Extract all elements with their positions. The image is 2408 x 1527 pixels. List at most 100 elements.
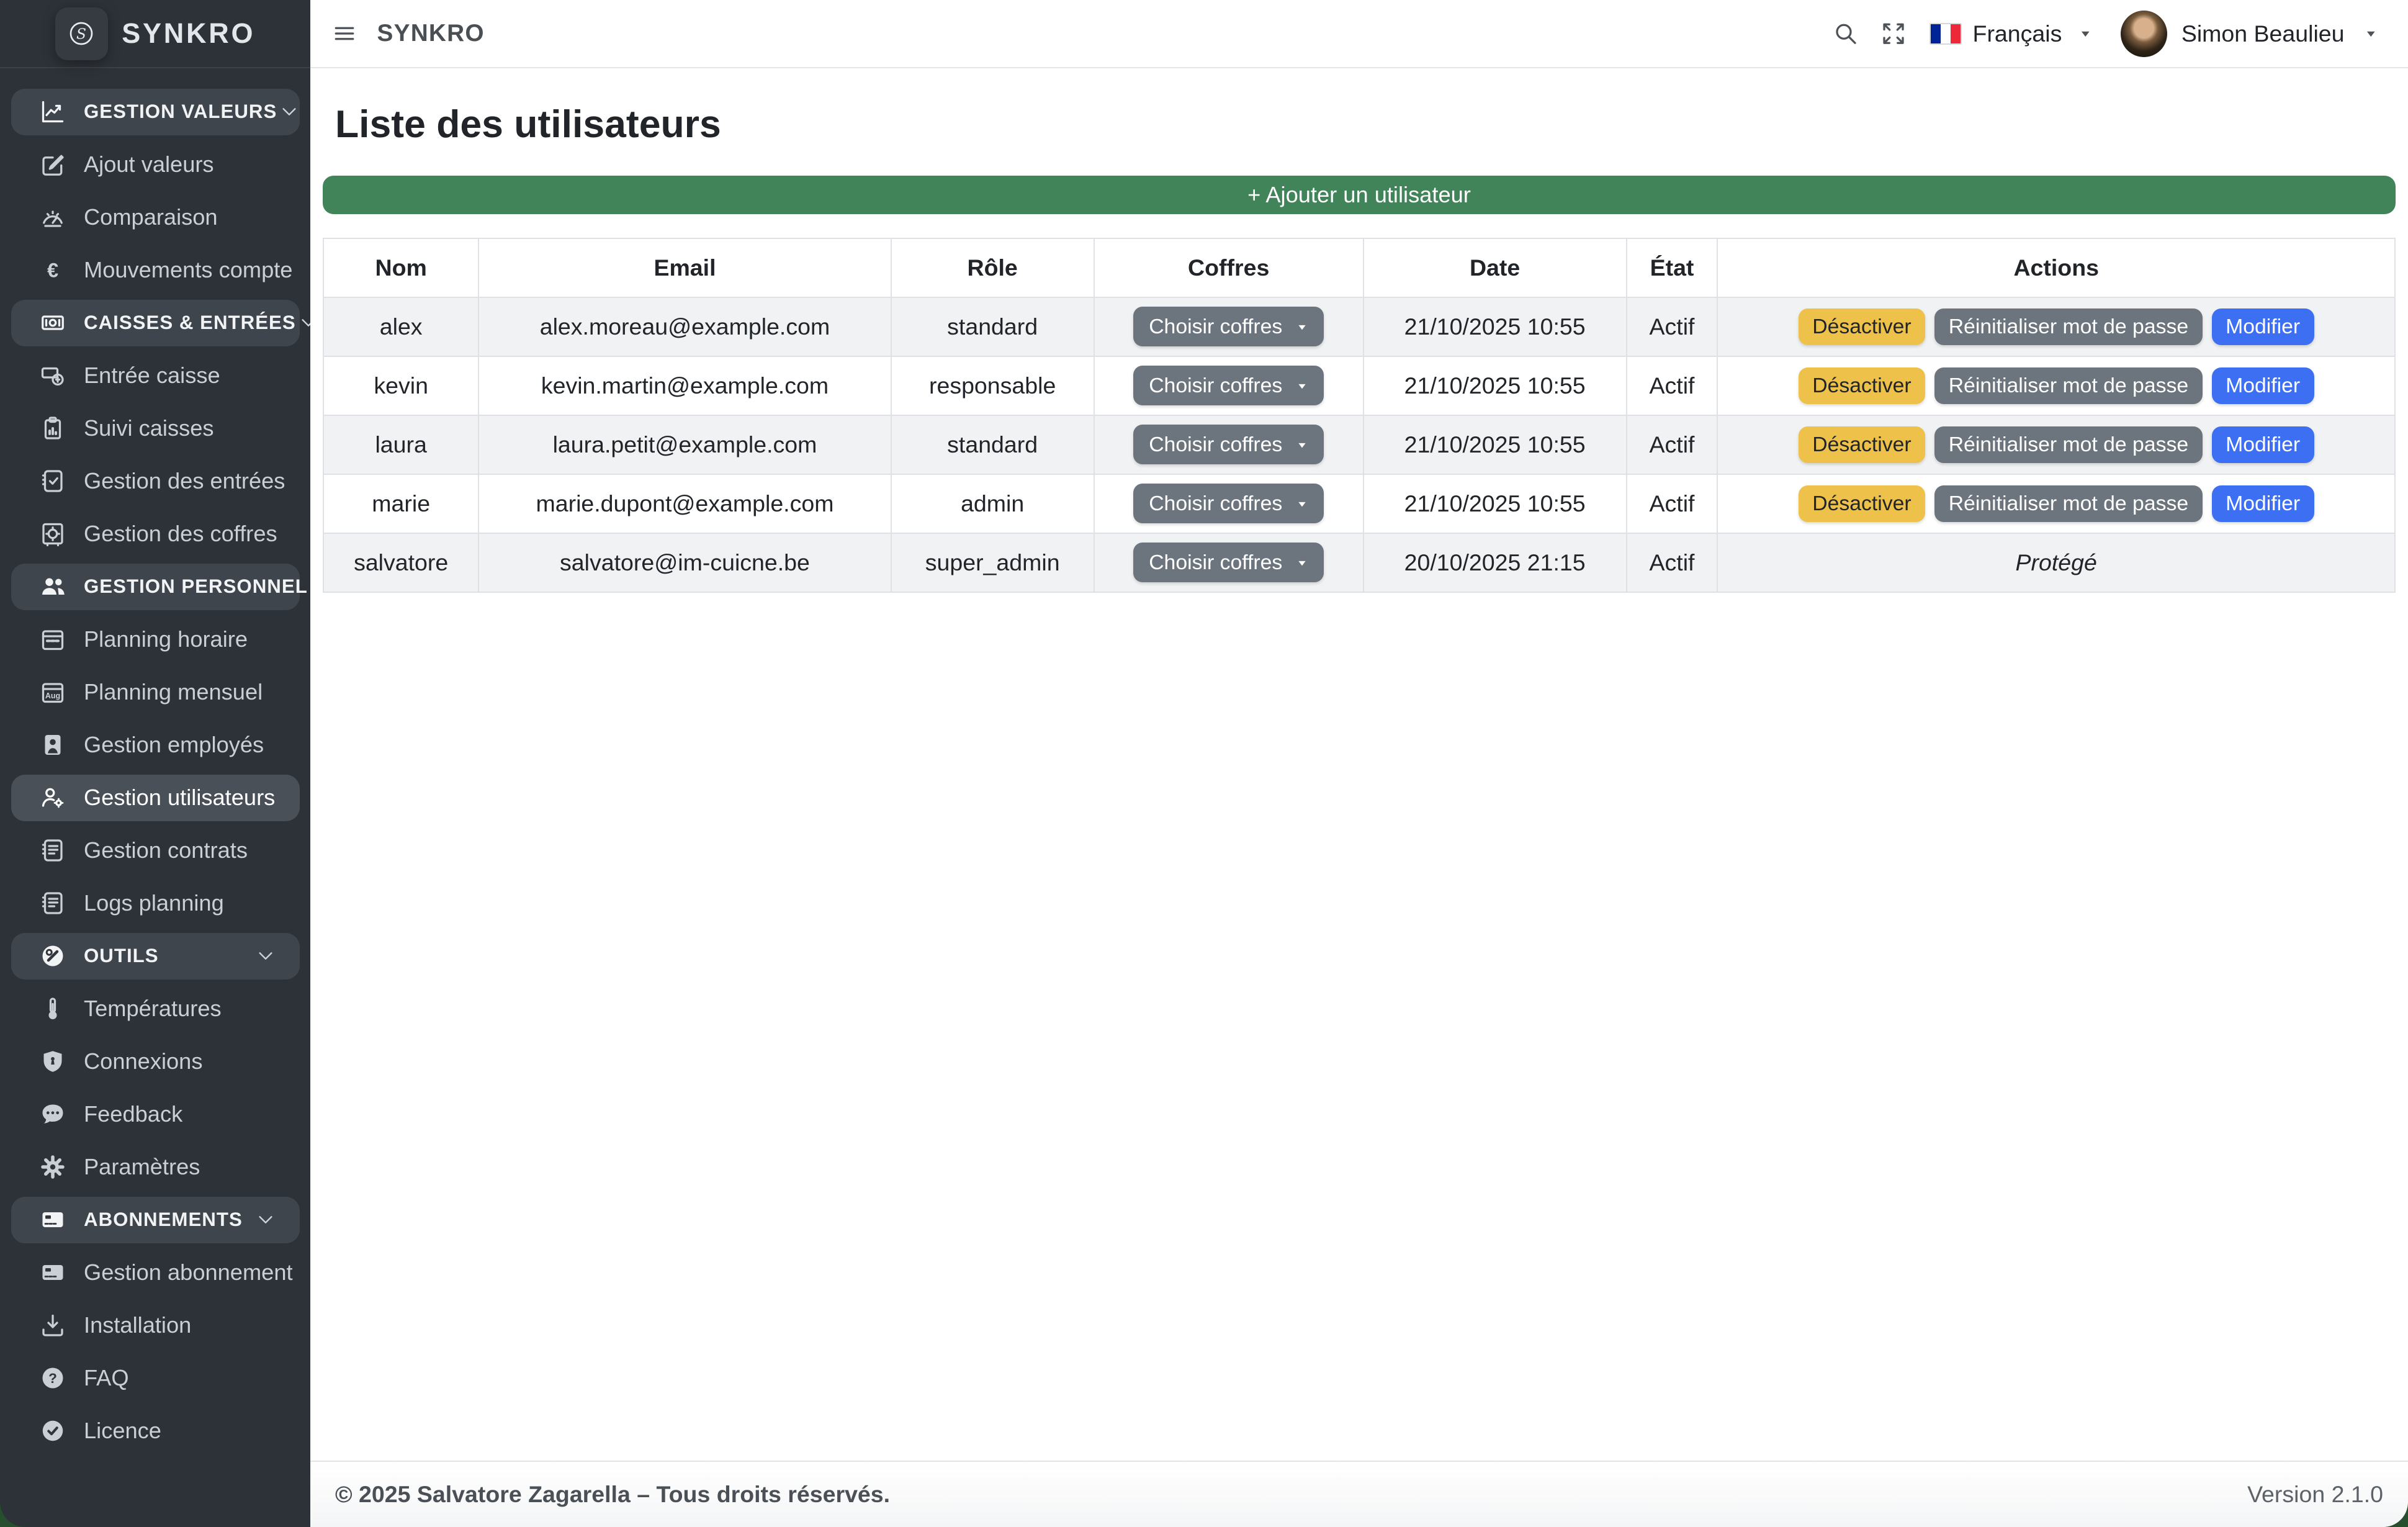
sidebar-item-label: Comparaison (84, 204, 218, 230)
choose-coffres-button[interactable]: Choisir coffres (1133, 307, 1324, 346)
sidebar-item-label: Mouvements compte (84, 257, 292, 283)
choose-coffres-button[interactable]: Choisir coffres (1133, 425, 1324, 464)
choose-coffres-button[interactable]: Choisir coffres (1133, 484, 1324, 523)
sidebar-item-feedback[interactable]: Feedback (0, 1091, 310, 1138)
search-icon[interactable] (1833, 21, 1858, 46)
fullscreen-icon[interactable] (1881, 21, 1906, 46)
sidebar-item-label: Connexions (84, 1048, 202, 1074)
cell-role: admin (891, 474, 1094, 533)
credit-card-icon (40, 1260, 65, 1285)
journal-text-icon (40, 891, 65, 916)
sidebar-item-label: GESTION VALEURS (84, 101, 277, 123)
deactivate-button[interactable]: Désactiver (1799, 485, 1925, 522)
sidebar-item-entree-caisse[interactable]: Entrée caisse (0, 353, 310, 399)
cell-coffres: Choisir coffres (1094, 415, 1363, 474)
edit-button[interactable]: Modifier (2212, 426, 2314, 463)
sidebar-item-outils[interactable]: OUTILS (11, 933, 300, 980)
sidebar-item-licence[interactable]: Licence (0, 1408, 310, 1454)
edit-button[interactable]: Modifier (2212, 485, 2314, 522)
sidebar-item-logs-planning[interactable]: Logs planning (0, 880, 310, 927)
edit-button[interactable]: Modifier (2212, 309, 2314, 345)
cell-date: 21/10/2025 10:55 (1363, 297, 1627, 356)
choose-coffres-button[interactable]: Choisir coffres (1133, 366, 1324, 405)
euro-icon: € (40, 258, 65, 282)
sidebar-item-faq[interactable]: ?FAQ (0, 1355, 310, 1402)
s-logo-glyph: S (69, 21, 94, 46)
sidebar-item-gestion-contrats[interactable]: Gestion contrats (0, 827, 310, 874)
menu-icon[interactable] (332, 21, 357, 46)
sidebar-item-suivi-caisses[interactable]: Suivi caisses (0, 405, 310, 452)
s-logo-icon: S (55, 7, 108, 60)
reset-password-button[interactable]: Réinitialiser mot de passe (1934, 309, 2202, 345)
calendar-week-icon (40, 627, 65, 652)
svg-text:€: € (47, 259, 58, 282)
sidebar-item-label: Entrée caisse (84, 363, 220, 389)
sidebar-item-abonnements[interactable]: ABONNEMENTS (11, 1197, 300, 1243)
choose-coffres-button[interactable]: Choisir coffres (1133, 543, 1324, 582)
caret-down-icon (2358, 21, 2383, 46)
column-header-nom: Nom (323, 238, 478, 297)
table-row: mariemarie.dupont@example.comadmin Chois… (323, 474, 2395, 533)
cell-actions: Désactiver Réinitialiser mot de passe Mo… (1717, 356, 2395, 415)
user-menu[interactable]: Simon Beaulieu (2121, 11, 2383, 57)
deactivate-button[interactable]: Désactiver (1799, 367, 1925, 404)
sidebar-item-caisses-entrees[interactable]: CAISSES & ENTRÉES (11, 300, 300, 346)
sidebar-item-mouvements-compte[interactable]: € Mouvements compte (0, 247, 310, 294)
sidebar-logo: S SYNKRO (0, 0, 310, 68)
sidebar-item-gestion-abonnement[interactable]: Gestion abonnement (0, 1250, 310, 1296)
sidebar-item-planning-mensuel[interactable]: AugPlanning mensuel (0, 669, 310, 716)
row-actions: Désactiver Réinitialiser mot de passe Mo… (1799, 485, 2314, 522)
cell-email: marie.dupont@example.com (478, 474, 891, 533)
download-icon (40, 1313, 65, 1338)
cell-actions: Désactiver Réinitialiser mot de passe Mo… (1717, 415, 2395, 474)
cash-coin-icon (40, 363, 65, 388)
deactivate-button[interactable]: Désactiver (1799, 309, 1925, 345)
gear-icon (40, 1155, 65, 1179)
clipboard-data-icon (40, 416, 65, 441)
person-gear-icon (40, 785, 65, 810)
sidebar-item-installation[interactable]: Installation (0, 1302, 310, 1349)
cell-actions: Désactiver Réinitialiser mot de passe Mo… (1717, 474, 2395, 533)
column-header-role: Rôle (891, 238, 1094, 297)
language-selector[interactable]: Français (1930, 20, 2098, 47)
cell-role: super_admin (891, 533, 1094, 592)
sidebar-item-gestion-des-entrees[interactable]: Gestion des entrées (0, 458, 310, 505)
sidebar-item-label: Feedback (84, 1101, 182, 1127)
column-header-coffres: Coffres (1094, 238, 1363, 297)
cell-role: standard (891, 297, 1094, 356)
edit-button[interactable]: Modifier (2212, 367, 2314, 404)
sidebar-item-temperatures[interactable]: Températures (0, 986, 310, 1032)
sidebar-item-label: Installation (84, 1312, 191, 1338)
sidebar-item-comparaison[interactable]: Comparaison (0, 194, 310, 241)
add-user-button[interactable]: + Ajouter un utilisateur (323, 176, 2396, 215)
sidebar-item-label: Planning horaire (84, 626, 248, 652)
sidebar-item-gestion-des-coffres[interactable]: Gestion des coffres (0, 511, 310, 557)
table-body: alexalex.moreau@example.comstandard Choi… (323, 297, 2395, 592)
cell-email: kevin.martin@example.com (478, 356, 891, 415)
cell-date: 21/10/2025 10:55 (1363, 356, 1627, 415)
cell-name: laura (323, 415, 478, 474)
flag-france-icon (1930, 23, 1962, 45)
top-navbar: SYNKRO Français Simon Beaulieu (310, 0, 2408, 68)
sidebar-item-connexions[interactable]: Connexions (0, 1038, 310, 1085)
reset-password-button[interactable]: Réinitialiser mot de passe (1934, 426, 2202, 463)
sidebar-item-gestion-employes[interactable]: Gestion employés (0, 722, 310, 768)
sidebar-item-gestion-personnel[interactable]: GESTION PERSONNEL (11, 564, 300, 610)
sidebar-item-gestion-utilisateurs[interactable]: Gestion utilisateurs (11, 775, 300, 821)
table-row: kevinkevin.martin@example.comresponsable… (323, 356, 2395, 415)
chevron-down-icon (277, 99, 302, 124)
sidebar-item-ajout-valeurs[interactable]: Ajout valeurs (0, 142, 310, 188)
reset-password-button[interactable]: Réinitialiser mot de passe (1934, 367, 2202, 404)
patch-check-icon (40, 1418, 65, 1443)
table-row: alexalex.moreau@example.comstandard Choi… (323, 297, 2395, 356)
sidebar-item-planning-horaire[interactable]: Planning horaire (0, 616, 310, 663)
cell-name: salvatore (323, 533, 478, 592)
cell-actions: Désactiver Réinitialiser mot de passe Mo… (1717, 297, 2395, 356)
users-table: NomEmailRôleCoffresDateÉtatActions alexa… (323, 238, 2396, 593)
sidebar-item-gestion-valeurs[interactable]: GESTION VALEURS (11, 89, 300, 135)
sidebar-item-parametres[interactable]: Paramètres (0, 1144, 310, 1191)
sidebar-item-label: OUTILS (84, 945, 159, 967)
reset-password-button[interactable]: Réinitialiser mot de passe (1934, 485, 2202, 522)
deactivate-button[interactable]: Désactiver (1799, 426, 1925, 463)
sidebar-item-label: Gestion abonnement (84, 1259, 293, 1286)
